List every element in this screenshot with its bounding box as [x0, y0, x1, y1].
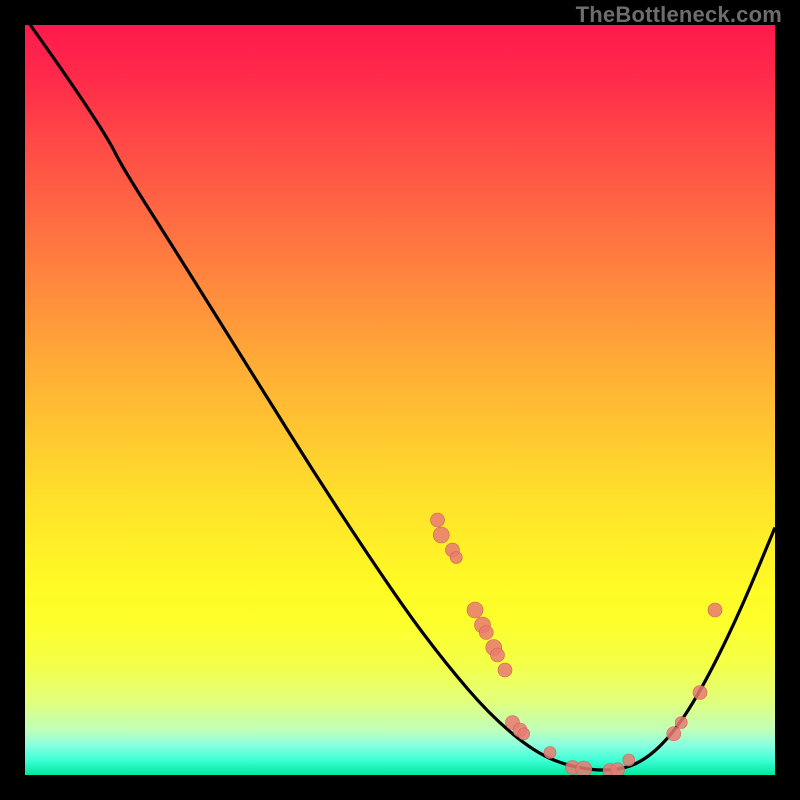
data-marker: [431, 513, 445, 527]
data-marker: [611, 763, 625, 775]
data-marker: [544, 747, 556, 759]
data-marker: [675, 717, 687, 729]
plot-area: [25, 25, 775, 775]
data-marker: [667, 727, 681, 741]
data-marker: [467, 602, 483, 618]
data-marker: [433, 527, 449, 543]
data-marker: [623, 754, 635, 766]
data-marker: [498, 663, 512, 677]
data-marker: [491, 648, 505, 662]
data-marker: [518, 728, 530, 740]
data-marker: [576, 761, 592, 775]
data-marker: [479, 626, 493, 640]
data-marker: [708, 603, 722, 617]
data-marker: [450, 552, 462, 564]
bottleneck-curve: [25, 25, 775, 770]
chart-stage: TheBottleneck.com: [0, 0, 800, 800]
chart-svg: [25, 25, 775, 775]
data-marker: [693, 686, 707, 700]
marker-group: [431, 513, 723, 775]
